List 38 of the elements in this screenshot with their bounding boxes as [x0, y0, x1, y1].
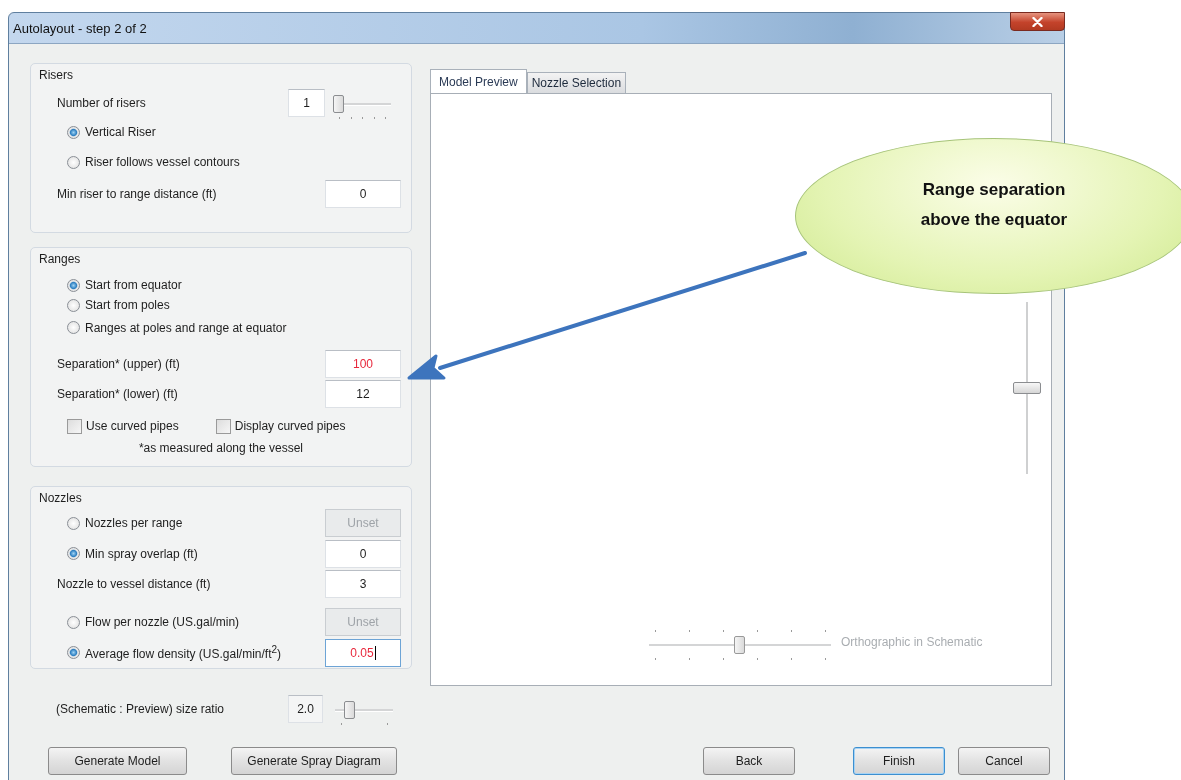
input-field[interactable]: 100 [325, 350, 401, 378]
group-title: Ranges [38, 251, 81, 267]
group-title: Risers [38, 67, 73, 83]
window-title: Autolayout - step 2 of 2 [13, 20, 147, 36]
dialog-button[interactable]: Cancel [958, 747, 1050, 775]
field-label: (Schematic : Preview) size ratio [56, 702, 225, 716]
radio-label: Vertical Riser [85, 125, 156, 139]
tab[interactable]: Nozzle Selection [526, 72, 627, 93]
generate-button[interactable]: Generate Spray Diagram [231, 747, 397, 775]
group-title: Nozzles [38, 490, 82, 506]
input-field[interactable]: 2.0 [288, 695, 323, 723]
generate-button[interactable]: Generate Model [48, 747, 187, 775]
footnote: *as measured along the vessel [138, 441, 304, 455]
input-field[interactable]: 0 [325, 539, 401, 568]
field-label: Number of risers [57, 96, 146, 110]
checkbox-label: Display curved pipes [234, 419, 346, 433]
radio-label: Ranges at poles and range at equator [85, 320, 287, 335]
field-label: Separation* (lower) (ft) [57, 387, 178, 401]
field-label: Separation* (upper) (ft) [57, 357, 180, 371]
tab[interactable]: Model Preview [430, 69, 527, 94]
input-field[interactable]: 3 [325, 570, 401, 599]
radio-label: Start from equator [85, 278, 182, 292]
input-field[interactable]: 0 [325, 180, 401, 208]
input-field[interactable]: 12 [325, 380, 401, 408]
field-label: Min riser to range distance (ft) [57, 187, 217, 201]
input-field[interactable]: 0.05 [325, 638, 401, 667]
checkbox-label: Use curved pipes [86, 419, 179, 433]
dialog-button[interactable]: Finish [853, 747, 945, 775]
radio-label: Min spray overlap (ft) [85, 546, 198, 561]
field-label: Nozzle to vessel distance (ft) [57, 577, 211, 592]
dialog-button[interactable]: Back [703, 747, 795, 775]
slider-label: Orthographic in Schematic [841, 635, 983, 649]
radio-label: Average flow density (US.gal/min/ft$^{2}$) [85, 644, 282, 662]
radio-label: Start from poles [85, 298, 170, 312]
input-field[interactable]: 1 [288, 89, 325, 117]
radio-label: Flow per nozzle (US.gal/min) [85, 615, 240, 630]
radio-label: Nozzles per range [85, 516, 183, 531]
radio-label: Riser follows vessel contours [85, 155, 240, 169]
